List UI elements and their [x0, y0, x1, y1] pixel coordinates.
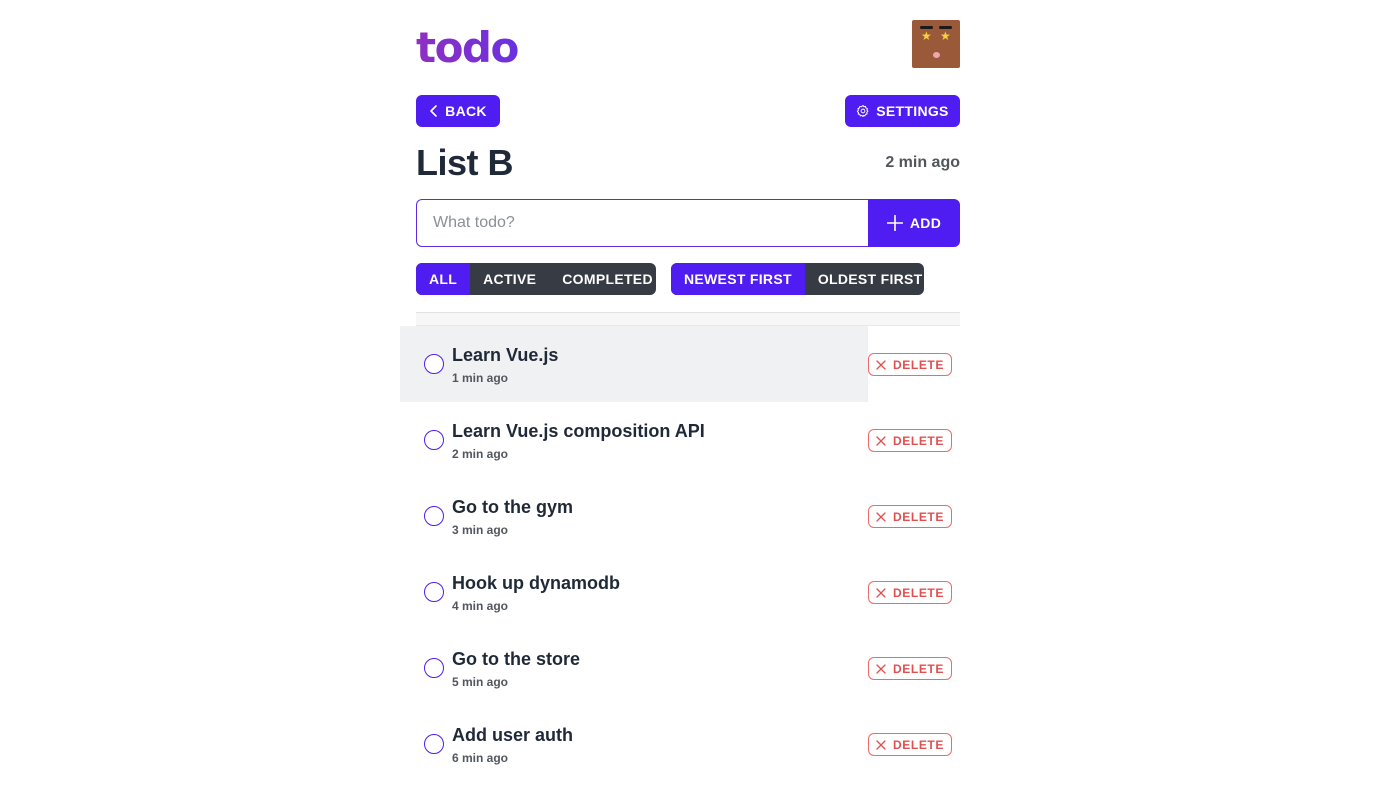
avatar-eye-left: ★: [921, 29, 932, 43]
add-label: ADD: [909, 215, 942, 231]
list-updated-time: 2 min ago: [885, 154, 960, 171]
delete-label: DELETE: [893, 509, 944, 524]
todo-checkbox[interactable]: [424, 506, 444, 526]
delete-button[interactable]: DELETE: [868, 353, 952, 376]
todo-checkbox[interactable]: [424, 658, 444, 678]
avatar-icon[interactable]: ★ ★: [912, 20, 960, 68]
settings-label: SETTINGS: [876, 103, 949, 119]
list-divider: [416, 312, 960, 326]
close-icon: [876, 511, 886, 522]
todo-checkbox[interactable]: [424, 734, 444, 754]
todo-time: 5 min ago: [452, 675, 509, 689]
todo-checkbox[interactable]: [424, 354, 444, 374]
settings-button[interactable]: SETTINGS: [845, 95, 960, 127]
add-button[interactable]: ADD: [868, 199, 960, 247]
gear-icon: [857, 104, 869, 118]
todo-row: Go to the store 5 min ago DELETE: [400, 630, 960, 706]
back-button[interactable]: BACK: [416, 95, 500, 127]
todo-row: Add user auth 6 min ago DELETE: [400, 706, 960, 782]
delete-button[interactable]: DELETE: [868, 505, 952, 528]
close-icon: [876, 587, 886, 598]
close-icon: [876, 435, 886, 446]
new-todo-input[interactable]: [416, 199, 868, 247]
avatar-mouth: [933, 52, 940, 58]
todo-time: 4 min ago: [452, 599, 509, 613]
back-label: BACK: [445, 103, 487, 119]
todo-checkbox[interactable]: [424, 430, 444, 450]
todo-title: Go to the store: [452, 649, 581, 669]
sort-newest-first[interactable]: NEWEST FIRST: [671, 263, 805, 295]
todo-app: todo ★ ★ BACK SETTINGS List B 2 min ago …: [400, 0, 960, 807]
delete-button[interactable]: DELETE: [868, 657, 952, 680]
todo-time: 6 min ago: [452, 751, 509, 765]
avatar-eye-right: ★: [940, 29, 951, 43]
delete-label: DELETE: [893, 737, 944, 752]
todo-title: Learn Vue.js: [452, 345, 559, 365]
todo-row: Hook up dynamodb 4 min ago DELETE: [400, 554, 960, 630]
todo-time: 2 min ago: [452, 447, 509, 461]
todo-list: Learn Vue.js 1 min ago DELETE Learn Vue.…: [400, 326, 960, 782]
todo-checkbox[interactable]: [424, 582, 444, 602]
close-icon: [876, 739, 886, 750]
filter-active[interactable]: ACTIVE: [470, 263, 549, 295]
app-logo: todo: [416, 23, 519, 72]
page-title: List B: [416, 142, 514, 183]
delete-label: DELETE: [893, 357, 944, 372]
delete-button[interactable]: DELETE: [868, 733, 952, 756]
delete-label: DELETE: [893, 661, 944, 676]
filter-completed[interactable]: COMPLETED: [549, 263, 656, 295]
chevron-left-icon: [430, 105, 437, 117]
todo-row: Go to the gym 3 min ago DELETE: [400, 478, 960, 554]
todo-time: 1 min ago: [452, 371, 509, 385]
todo-row: Learn Vue.js composition API 2 min ago D…: [400, 402, 960, 478]
todo-time: 3 min ago: [452, 523, 509, 537]
delete-label: DELETE: [893, 433, 944, 448]
close-icon: [876, 663, 886, 674]
delete-button[interactable]: DELETE: [868, 429, 952, 452]
todo-title: Add user auth: [452, 725, 574, 745]
filter-group: ALL ACTIVE COMPLETED: [416, 263, 656, 295]
close-icon: [876, 359, 886, 370]
todo-row: Learn Vue.js 1 min ago DELETE: [400, 326, 960, 402]
delete-button[interactable]: DELETE: [868, 581, 952, 604]
todo-title: Hook up dynamodb: [452, 573, 620, 593]
todo-title: Learn Vue.js composition API: [452, 421, 705, 441]
sort-oldest-first[interactable]: OLDEST FIRST: [805, 263, 924, 295]
filter-all[interactable]: ALL: [416, 263, 471, 295]
delete-label: DELETE: [893, 585, 944, 600]
todo-title: Go to the gym: [452, 497, 573, 517]
plus-icon: [886, 215, 903, 231]
sort-group: NEWEST FIRST OLDEST FIRST: [671, 263, 924, 295]
new-todo-form: ADD: [416, 199, 960, 247]
